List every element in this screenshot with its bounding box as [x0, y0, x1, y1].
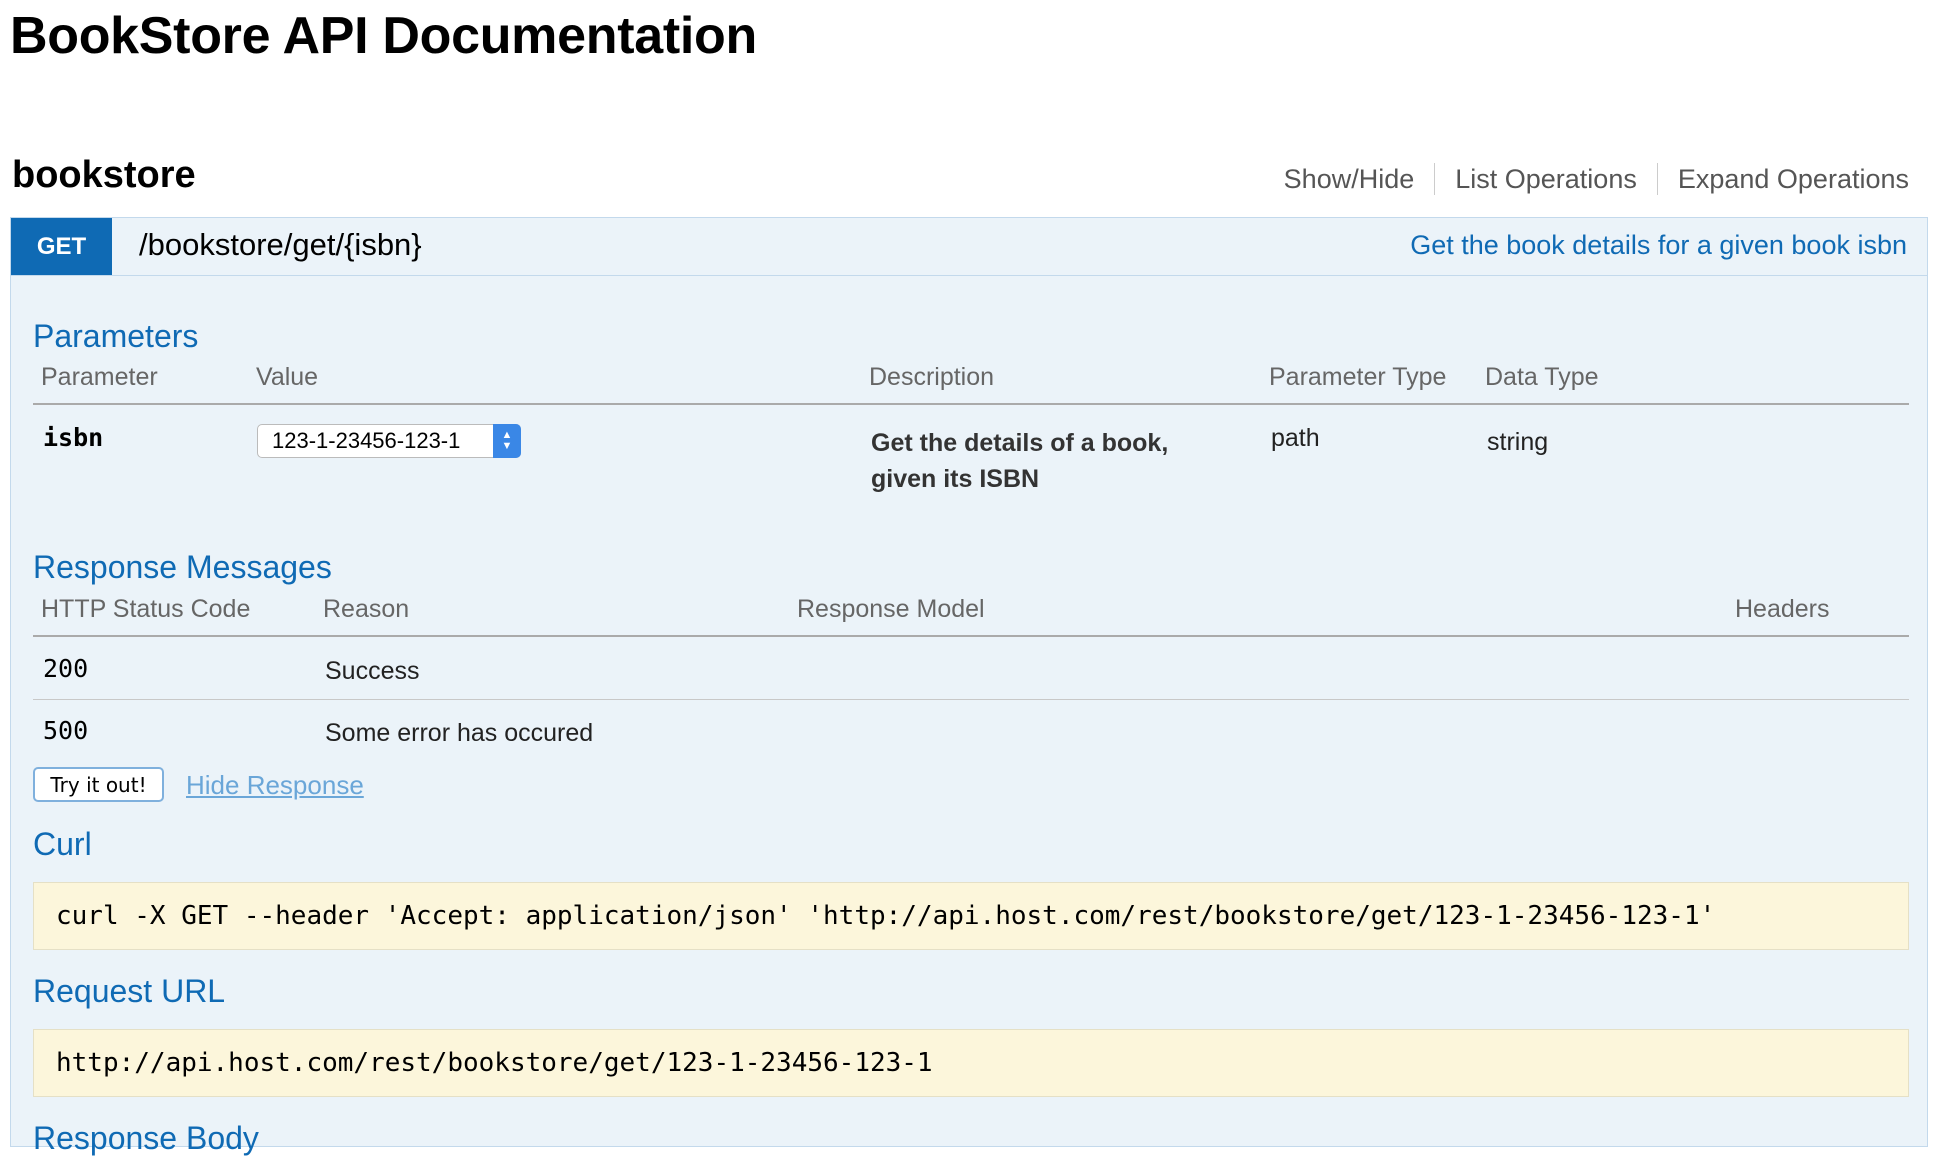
hide-response-link[interactable]: Hide Response: [186, 770, 364, 801]
expand-operations-link[interactable]: Expand Operations: [1658, 164, 1909, 195]
param-description: Get the details of a book, given its ISB…: [871, 425, 1168, 497]
param-value-select[interactable]: 123-1-23456-123-1 ▲ ▼: [257, 424, 521, 458]
col-header-status-code: HTTP Status Code: [41, 595, 251, 623]
param-value-text: 123-1-23456-123-1: [272, 428, 461, 453]
col-header-parameter-type: Parameter Type: [1269, 363, 1447, 391]
resource-name[interactable]: bookstore: [12, 154, 196, 197]
request-url-box[interactable]: http://api.host.com/rest/bookstore/get/1…: [33, 1029, 1909, 1097]
param-data-type: string: [1487, 428, 1549, 456]
col-header-reason: Reason: [323, 595, 410, 623]
status-code: 200: [43, 654, 89, 683]
col-header-data-type: Data Type: [1485, 363, 1599, 391]
operation-summary[interactable]: Get the book details for a given book is…: [1410, 230, 1907, 261]
request-url-heading: Request URL: [33, 973, 226, 1009]
show-hide-link[interactable]: Show/Hide: [1264, 164, 1435, 195]
col-header-description: Description: [869, 363, 995, 391]
request-url-value: http://api.host.com/rest/bookstore/get/1…: [56, 1048, 933, 1078]
response-body-heading: Response Body: [33, 1120, 259, 1156]
response-reason: Some error has occured: [325, 719, 594, 747]
col-header-parameter: Parameter: [41, 363, 158, 391]
col-header-response-model: Response Model: [797, 595, 985, 623]
curl-command-box[interactable]: curl -X GET --header 'Accept: applicatio…: [33, 882, 1909, 950]
table-header-rule: [33, 635, 1909, 637]
param-description-line: given its ISBN: [871, 465, 1040, 493]
parameters-heading: Parameters: [33, 318, 199, 354]
col-header-headers: Headers: [1735, 595, 1830, 623]
list-operations-link[interactable]: List Operations: [1435, 164, 1657, 195]
param-type: path: [1271, 424, 1320, 452]
param-name: isbn: [43, 423, 104, 452]
resource-options: Show/Hide List Operations Expand Operati…: [1264, 163, 1909, 195]
param-description-line: Get the details of a book,: [871, 429, 1169, 457]
curl-heading: Curl: [33, 826, 92, 862]
operation-panel: GET /bookstore/get/{isbn} Get the book d…: [10, 217, 1928, 1156]
page-title: BookStore API Documentation: [10, 7, 757, 65]
col-header-value: Value: [256, 363, 319, 391]
operation-heading[interactable]: GET /bookstore/get/{isbn} Get the book d…: [11, 218, 1927, 276]
try-it-out-button[interactable]: Try it out!: [33, 767, 164, 802]
status-code: 500: [43, 716, 89, 745]
row-divider: [33, 699, 1909, 700]
operation-path[interactable]: /bookstore/get/{isbn}: [139, 227, 422, 263]
response-reason: Success: [325, 657, 420, 685]
select-arrows-icon[interactable]: ▲ ▼: [493, 424, 521, 458]
table-header-rule: [33, 403, 1909, 405]
response-messages-heading: Response Messages: [33, 549, 332, 585]
curl-command: curl -X GET --header 'Accept: applicatio…: [56, 901, 1716, 931]
http-method-badge[interactable]: GET: [11, 218, 112, 275]
